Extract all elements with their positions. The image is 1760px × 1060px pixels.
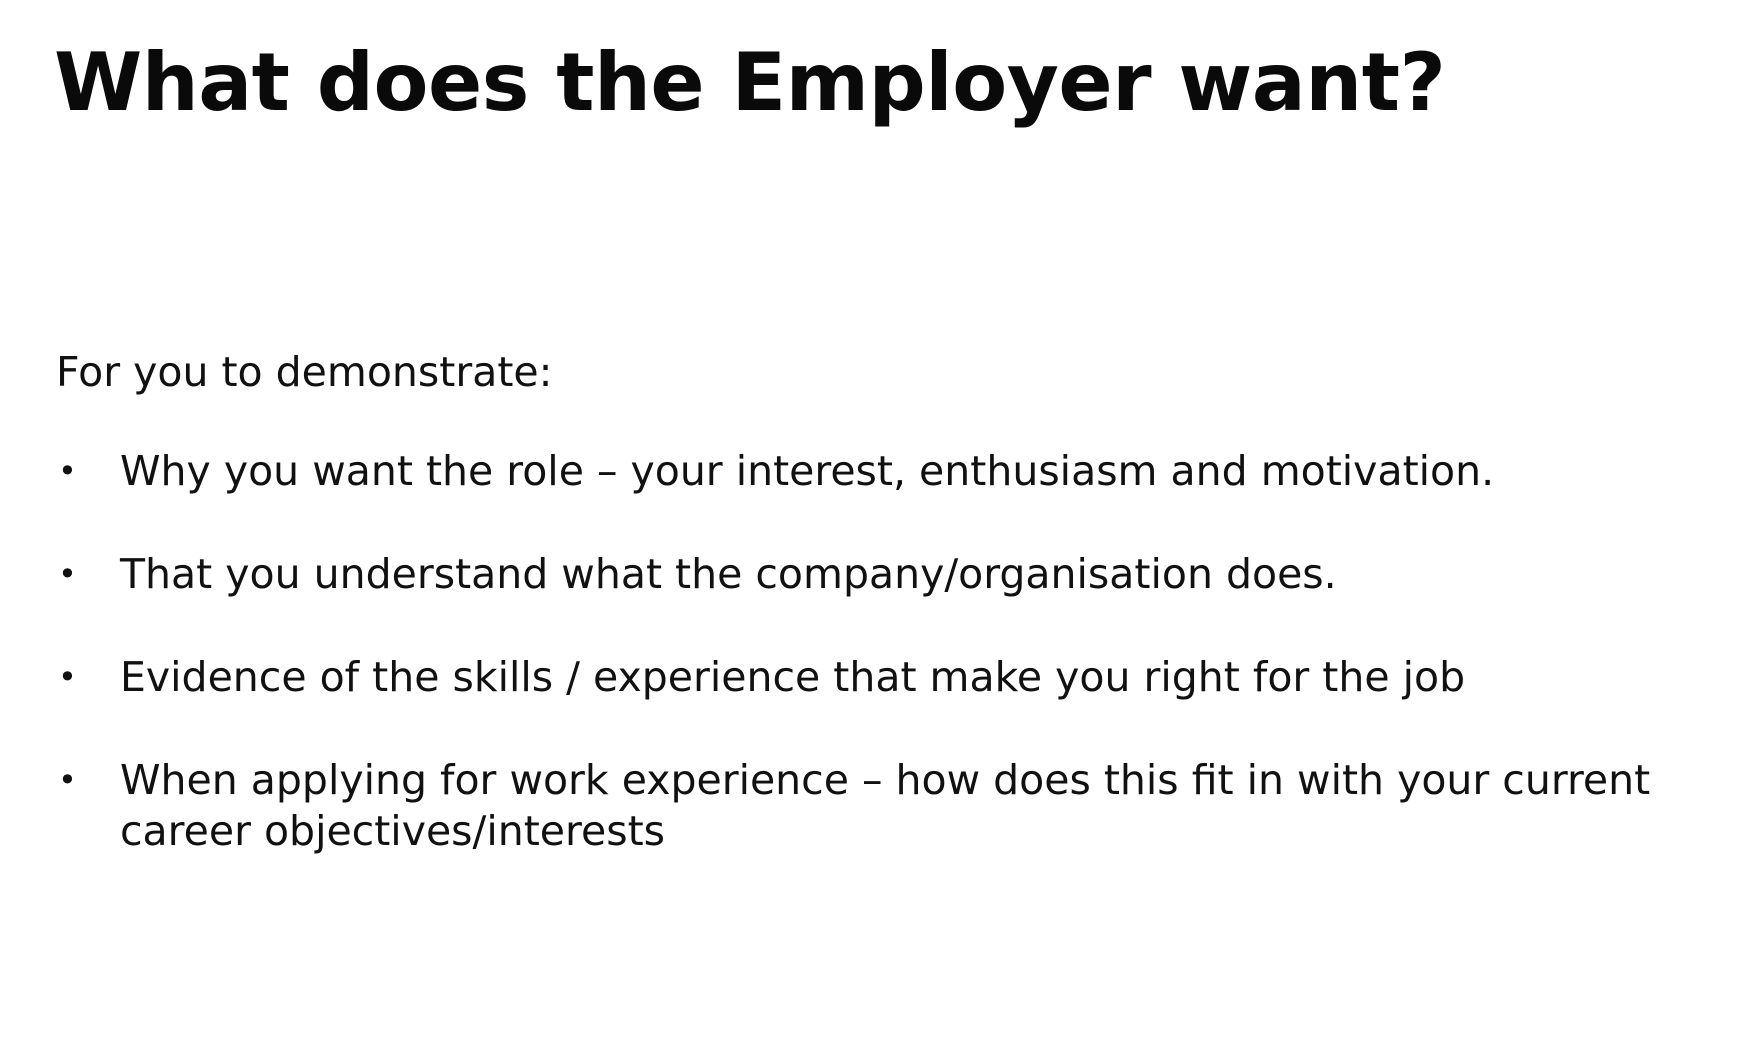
- bullet-text: Why you want the role – your interest, e…: [120, 447, 1495, 495]
- bullet-item: • That you understand what the company/o…: [56, 549, 1706, 600]
- bullet-list: • Why you want the role – your interest,…: [56, 446, 1706, 857]
- bullet-text: That you understand what the company/org…: [120, 550, 1337, 598]
- bullet-text: Evidence of the skills / experience that…: [120, 653, 1466, 701]
- bullet-text: When applying for work experience – how …: [120, 756, 1651, 855]
- bullet-icon: •: [58, 658, 77, 696]
- bullet-icon: •: [58, 452, 77, 490]
- slide: What does the Employer want? For you to …: [0, 0, 1760, 1060]
- intro-text: For you to demonstrate:: [56, 348, 553, 396]
- bullet-icon: •: [58, 555, 77, 593]
- bullet-item: • Why you want the role – your interest,…: [56, 446, 1706, 497]
- bullet-item: • When applying for work experience – ho…: [56, 755, 1706, 857]
- bullet-icon: •: [58, 761, 77, 799]
- bullet-item: • Evidence of the skills / experience th…: [56, 652, 1706, 703]
- slide-title: What does the Employer want?: [54, 36, 1446, 129]
